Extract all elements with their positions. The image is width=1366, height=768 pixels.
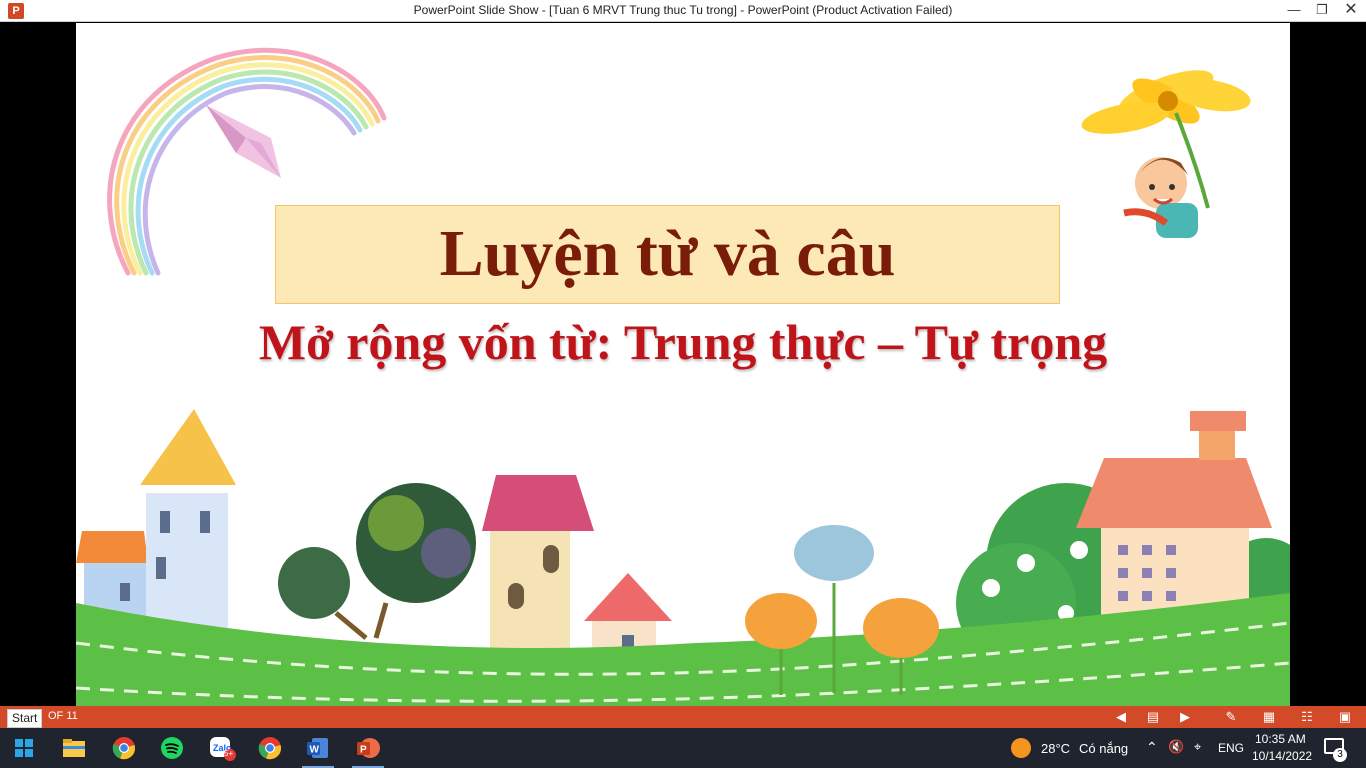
presenter-view-icon[interactable]: ▣ [1336, 709, 1354, 725]
file-explorer-icon[interactable] [54, 732, 94, 764]
chrome-icon[interactable] [250, 732, 290, 764]
volume-muted-icon[interactable]: 🔇 [1168, 739, 1184, 755]
left-house-image [76, 409, 236, 633]
weather-temperature[interactable]: 28°C [1041, 741, 1070, 756]
powerpoint-icon[interactable]: P [348, 732, 388, 768]
slide-grid-icon[interactable]: ▦ [1260, 709, 1278, 725]
weather-condition[interactable]: Có nắng [1079, 741, 1128, 756]
clock-date[interactable]: 10/14/2022 [1252, 749, 1312, 763]
reading-view-icon[interactable]: ☷ [1298, 709, 1316, 725]
slideshow-control-bar: Start OF 11 ◀ ▤ ▶ ✎ ▦ ☷ ▣ [0, 706, 1366, 728]
window-title: PowerPoint Slide Show - [Tuan 6 MRVT Tru… [413, 3, 953, 17]
close-button[interactable]: ✕ [1336, 0, 1366, 22]
slide-subtitle: Mở rộng vốn từ: Trung thực – Tự trọng [258, 314, 1108, 370]
slide-title-box: Luyện từ và câu [275, 205, 1060, 304]
next-slide-icon[interactable]: ▶ [1176, 709, 1194, 725]
windows-start-icon[interactable] [4, 732, 44, 764]
slide-canvas[interactable]: Luyện từ và câu Mở rộng vốn từ: Trung th… [76, 23, 1290, 706]
paper-plane-image [206, 105, 281, 178]
zalo-icon[interactable]: Zalo 5+ [202, 732, 242, 764]
wifi-icon[interactable]: ⌖ [1194, 739, 1201, 755]
svg-text:W: W [310, 745, 320, 756]
slide-title: Luyện từ và câu [439, 217, 896, 290]
flower-girl-image [1081, 70, 1251, 238]
previous-slide-icon[interactable]: ◀ [1112, 709, 1130, 725]
notification-count-badge: 3 [1333, 748, 1347, 762]
restore-button[interactable]: ❐ [1307, 0, 1337, 22]
weather-sun-icon[interactable] [1011, 738, 1031, 758]
spotify-icon[interactable] [152, 732, 192, 764]
pen-tools-icon[interactable]: ✎ [1222, 709, 1240, 725]
start-button[interactable]: Start [7, 709, 43, 728]
svg-text:P: P [360, 745, 367, 756]
input-language[interactable]: ENG [1218, 741, 1244, 755]
trees-image [278, 483, 476, 640]
show-hidden-icons-icon[interactable]: ⌃ [1146, 739, 1158, 756]
minimize-button[interactable]: — [1279, 0, 1309, 22]
windows-taskbar: Zalo 5+ W P 28°C Có nắng ⌃ 🔇 ⌖ ENG 10:35… [0, 728, 1366, 768]
window-title-bar: P PowerPoint Slide Show - [Tuan 6 MRVT T… [0, 0, 1366, 22]
clock-time[interactable]: 10:35 AM [1255, 732, 1306, 746]
zalo-badge: 5+ [224, 749, 234, 758]
word-icon[interactable]: W [298, 732, 338, 768]
middle-house-image [482, 475, 672, 658]
chrome-icon[interactable] [104, 732, 144, 764]
slide-counter: OF 11 [48, 710, 78, 722]
all-slides-icon[interactable]: ▤ [1144, 709, 1162, 725]
